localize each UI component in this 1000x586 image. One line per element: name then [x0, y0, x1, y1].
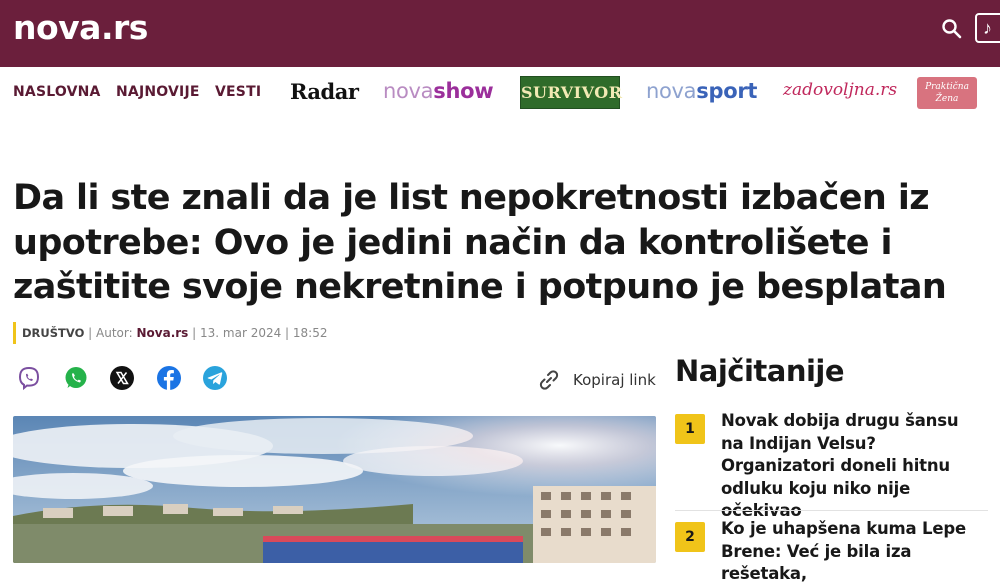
most-read-headline[interactable]: Ko je uhapšena kuma Lepe Brene: Već je b…: [721, 518, 986, 586]
article-author[interactable]: Nova.rs: [136, 326, 188, 340]
whatsapp-icon[interactable]: [63, 365, 89, 391]
nav-link-najnovije[interactable]: NAJNOVIJE: [116, 84, 200, 100]
copy-link-label: Kopiraj link: [573, 371, 656, 389]
brand-novashow-part1: nova: [383, 79, 434, 103]
brand-zadovoljna-link[interactable]: zadovoljna.rs: [783, 80, 897, 100]
most-read-title: Najčitanije: [675, 354, 845, 388]
brand-prakticna-zena-link[interactable]: Praktična Žena: [917, 77, 977, 109]
article-hero-image: [13, 416, 656, 563]
brand-novasport-part1: nova: [646, 79, 697, 103]
brand-radar-link[interactable]: Radar: [290, 79, 359, 104]
viber-icon[interactable]: [16, 365, 42, 391]
x-icon[interactable]: [109, 365, 135, 391]
most-read-headline[interactable]: Novak dobija drugu šansu na Indijan Vels…: [721, 410, 986, 523]
article-category[interactable]: DRUŠTVO: [22, 326, 84, 340]
top-bar: nova.rs ♪: [0, 0, 1000, 67]
brand-survivor-link[interactable]: SURVIVOR: [520, 76, 622, 109]
most-read-number: 1: [675, 414, 705, 444]
link-icon: [539, 370, 559, 390]
main-nav: NASLOVNA NAJNOVIJE VESTI Radar novashow …: [0, 67, 1000, 119]
article-date: | 13. mar 2024 | 18:52: [192, 326, 328, 340]
nav-link-vesti[interactable]: VESTI: [215, 84, 261, 100]
telegram-icon[interactable]: [202, 365, 228, 391]
brand-novasport-part2: sport: [696, 79, 758, 103]
site-logo[interactable]: nova.rs: [13, 10, 148, 46]
brand-prakticna-line1: Praktična: [925, 82, 969, 92]
nav-link-naslovna[interactable]: NASLOVNA: [13, 84, 101, 100]
brand-novasport-link[interactable]: novasport: [646, 79, 757, 103]
brand-novashow-part2: show: [433, 79, 494, 103]
facebook-icon[interactable]: [156, 365, 182, 391]
search-icon[interactable]: [941, 18, 963, 40]
brand-prakticna-line2: Žena: [935, 94, 959, 104]
music-note-icon[interactable]: ♪: [975, 13, 1000, 43]
brand-novashow-link[interactable]: novashow: [383, 79, 494, 103]
article-meta: DRUŠTVO | Autor: Nova.rs | 13. mar 2024 …: [13, 322, 327, 344]
article-title: Da li ste znali da je list nepokretnosti…: [13, 178, 947, 307]
author-label: | Autor:: [88, 326, 133, 340]
most-read-number: 2: [675, 522, 705, 552]
divider: [675, 510, 988, 511]
